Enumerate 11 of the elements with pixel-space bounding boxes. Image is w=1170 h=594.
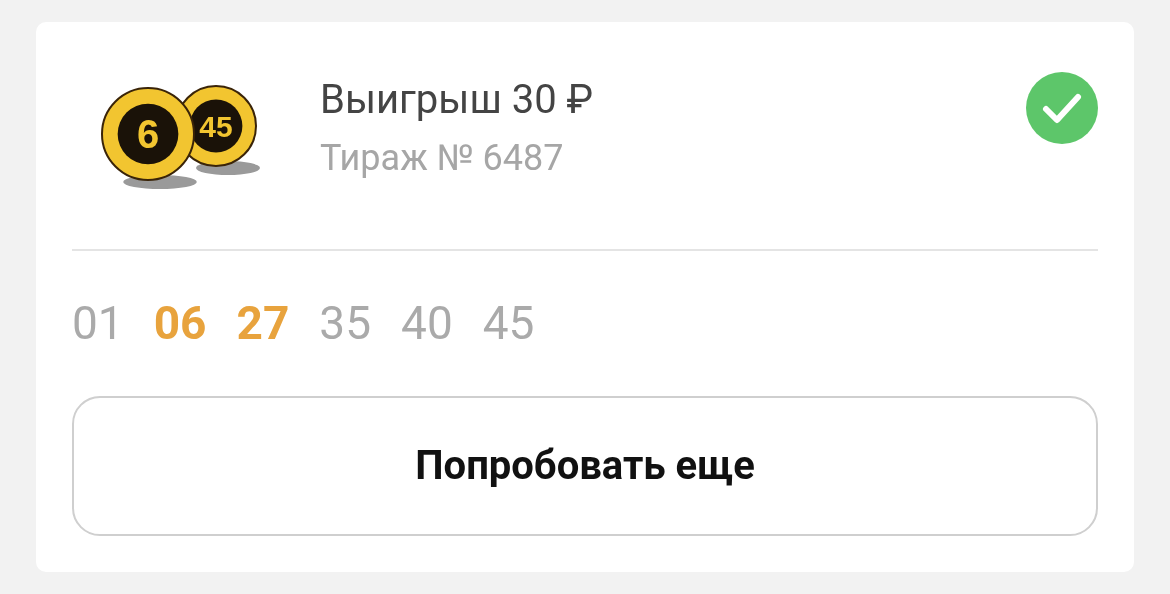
matched-number: 27 xyxy=(236,294,290,351)
matched-number: 06 xyxy=(153,294,207,351)
win-title: Выигрыш 30 ₽ xyxy=(320,76,595,124)
drawn-number: 40 xyxy=(401,294,453,351)
ball-number: 45 xyxy=(199,109,233,143)
drawn-number: 45 xyxy=(482,294,535,351)
draw-number: Тираж № 6487 xyxy=(320,136,565,180)
ball-number: 6 xyxy=(136,112,160,157)
drawn-number: 01 xyxy=(72,294,124,351)
drawn-number: 35 xyxy=(319,294,372,351)
try-again-button[interactable]: Попробовать еще xyxy=(72,395,1098,536)
